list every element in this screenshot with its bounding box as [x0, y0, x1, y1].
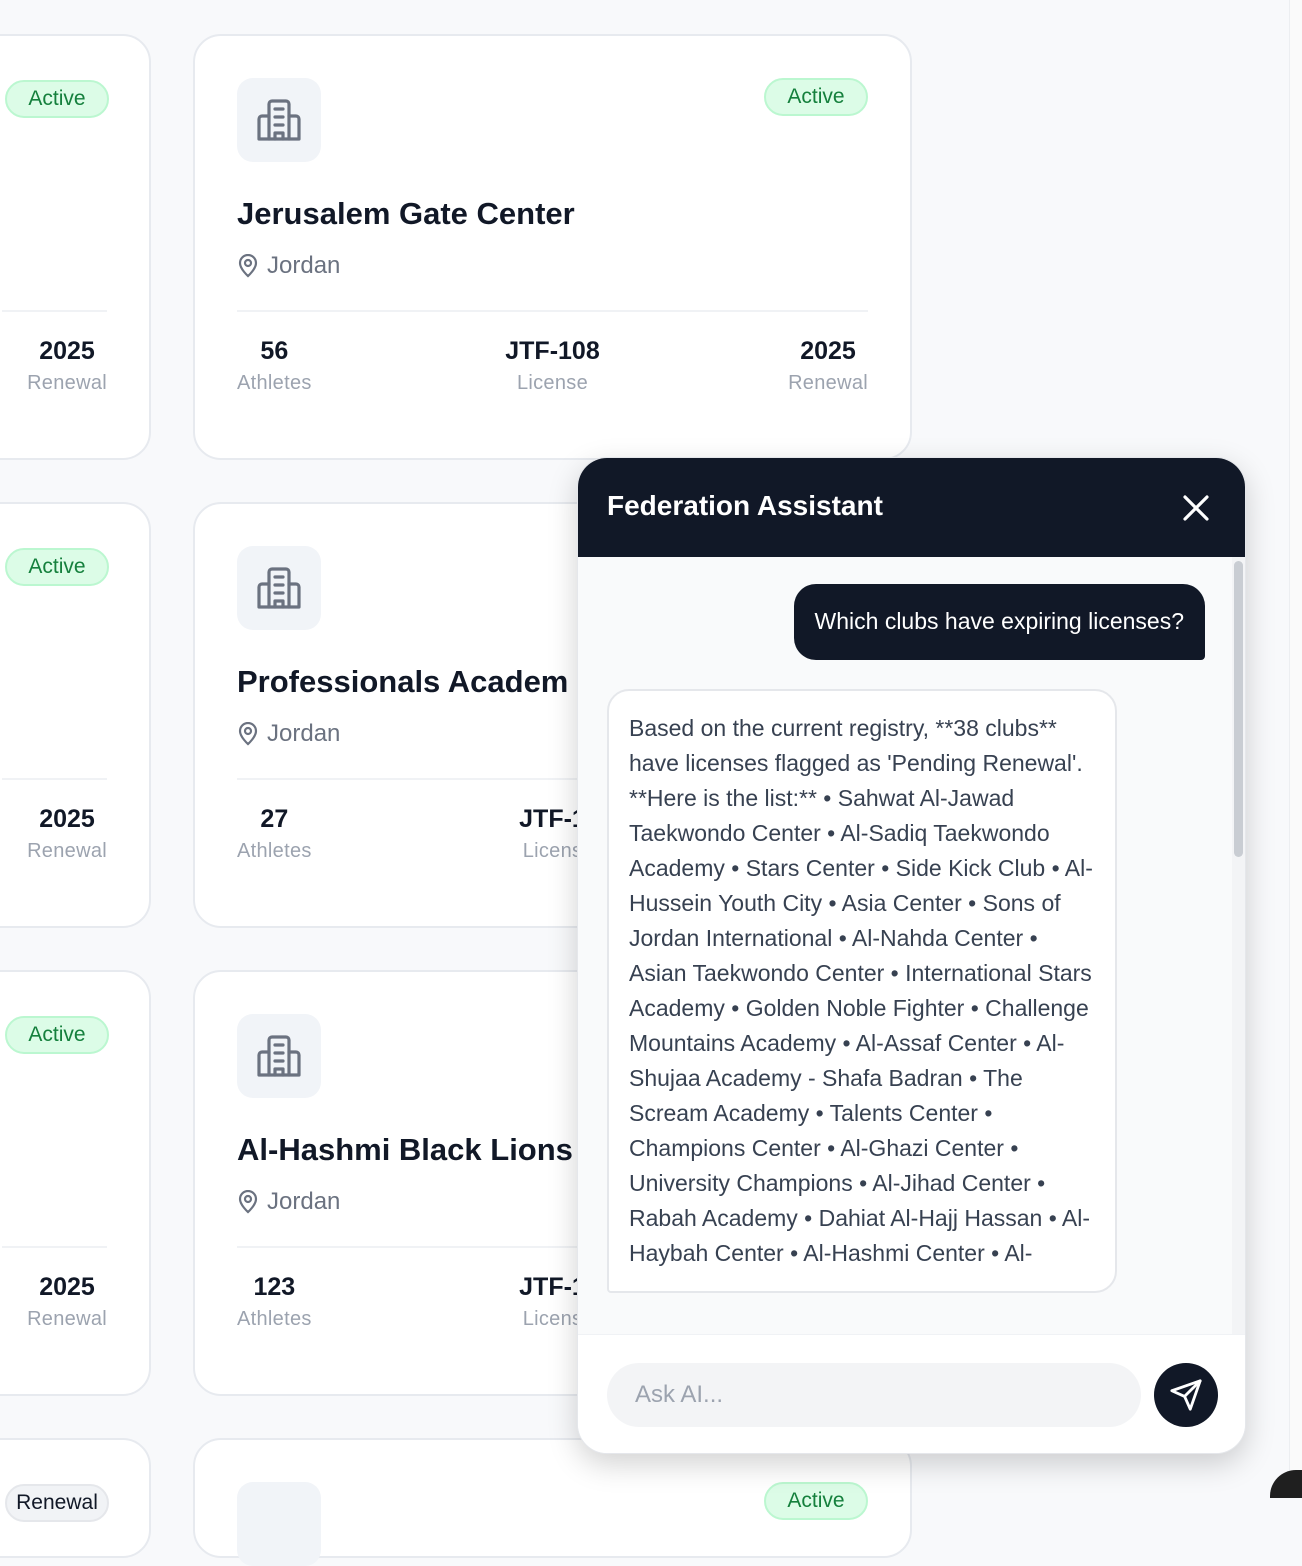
map-pin-icon [238, 254, 258, 278]
club-card[interactable]: Active Jerusalem Gate Center Jordan 56 A… [193, 34, 912, 460]
club-location: Jordan [237, 720, 340, 748]
building-icon [237, 78, 321, 162]
user-message: Which clubs have expiring licenses? [793, 584, 1205, 660]
card-divider [2, 1246, 107, 1248]
status-badge: Active [764, 78, 868, 116]
ask-ai-input[interactable] [607, 1363, 1141, 1427]
status-badge: Active [5, 80, 109, 118]
card-divider [2, 310, 107, 312]
chat-title: Federation Assistant [607, 490, 883, 521]
card-divider [237, 310, 868, 312]
renewal-label: Renewal [788, 372, 868, 394]
renewal-label: Renewal [27, 1308, 107, 1330]
club-name: Al-Hashmi Black Lions [237, 1132, 573, 1167]
location-text: Jordan [267, 252, 341, 279]
club-card[interactable]: Active 2025 Renewal [0, 34, 151, 460]
club-card[interactable]: Renewal [0, 1438, 151, 1558]
page-scrollbar[interactable] [1289, 0, 1302, 1498]
map-pin-icon [238, 722, 258, 746]
status-badge: Active [764, 1482, 868, 1520]
location-text: Jordan [267, 720, 341, 747]
renewal-value: 2025 [39, 1273, 95, 1301]
renewal-label: Renewal [27, 372, 107, 394]
chat-messages[interactable]: Which clubs have expiring licenses? Base… [578, 557, 1245, 1334]
club-location: Jordan [237, 252, 340, 280]
status-badge: Active [5, 1016, 109, 1054]
club-card[interactable]: Active [193, 1438, 912, 1566]
stat-renewal: 2025 Renewal [27, 804, 107, 868]
building-icon [237, 1014, 321, 1098]
renewal-label: Renewal [27, 840, 107, 862]
chat-scrollbar[interactable] [1232, 557, 1245, 1334]
stat-renewal: 2025 Renewal [27, 1272, 107, 1336]
stat-renewal: 2025 Renewal [788, 336, 868, 400]
chat-scrollbar-thumb[interactable] [1234, 561, 1243, 857]
location-text: Jordan [267, 1188, 341, 1215]
club-location: Jordan [237, 1188, 340, 1216]
card-divider [2, 778, 107, 780]
assistant-message: Based on the current registry, **38 club… [607, 689, 1117, 1293]
window-corner [1270, 1470, 1302, 1498]
map-pin-icon [238, 1190, 258, 1214]
building-icon [237, 546, 321, 630]
send-button[interactable] [1154, 1363, 1218, 1427]
close-button[interactable] [1177, 489, 1215, 527]
chat-header: Federation Assistant [578, 458, 1245, 557]
status-badge: Active [5, 548, 109, 586]
close-icon [1183, 495, 1209, 521]
send-icon [1170, 1379, 1202, 1411]
renewal-value: 2025 [39, 805, 95, 833]
club-name: Professionals Academ [237, 664, 569, 699]
club-card[interactable]: Active 2025 Renewal [0, 970, 151, 1396]
club-name: Jerusalem Gate Center [237, 196, 575, 231]
status-badge: Renewal [5, 1484, 109, 1522]
stat-renewal: 2025 Renewal [27, 336, 107, 400]
club-card[interactable]: Active 2025 Renewal [0, 502, 151, 928]
renewal-value: 2025 [39, 337, 95, 365]
chat-panel: Federation Assistant Which clubs have ex… [577, 457, 1246, 1454]
building-icon [237, 1482, 321, 1566]
renewal-value: 2025 [800, 337, 856, 365]
chat-footer [578, 1334, 1245, 1453]
